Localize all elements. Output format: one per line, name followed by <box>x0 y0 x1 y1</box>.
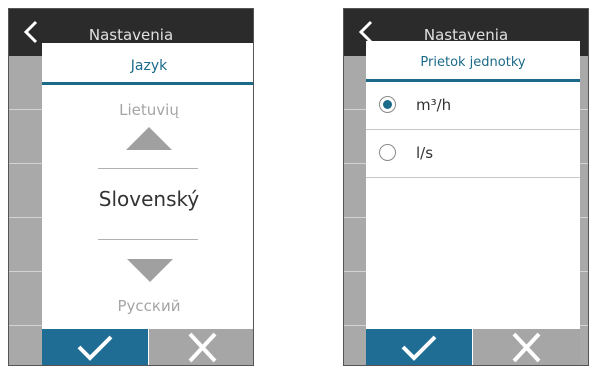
option-label: m³/h <box>416 96 452 114</box>
checkmark-icon <box>77 335 113 361</box>
radio-selected[interactable] <box>379 96 396 113</box>
radio-unselected[interactable] <box>379 144 396 161</box>
option-ls[interactable]: l/s <box>366 130 580 178</box>
close-icon <box>188 332 217 363</box>
dialog-title: Prietok jednotky <box>366 41 580 82</box>
dialog-title: Jazyk <box>42 43 253 85</box>
settings-screen-language: Nastavenia Jazyk Lietuvių Slovenský Русс… <box>8 8 254 366</box>
cancel-button[interactable] <box>473 329 580 365</box>
selection-divider-bottom <box>98 239 198 240</box>
arrow-up-icon[interactable] <box>126 127 172 150</box>
next-language[interactable]: Русский <box>42 297 253 315</box>
confirm-button[interactable] <box>366 329 472 365</box>
flow-unit-dialog: Prietok jednotky m³/h l/s <box>366 41 580 365</box>
header-title: Nastavenia <box>88 26 174 44</box>
checkmark-icon <box>401 335 437 361</box>
close-icon <box>512 332 541 363</box>
arrow-down-icon[interactable] <box>127 259 173 282</box>
cancel-button[interactable] <box>149 329 253 365</box>
option-label: l/s <box>416 144 434 162</box>
option-m3h[interactable]: m³/h <box>366 82 580 130</box>
settings-screen-flow-unit: Nastavenia Prietok jednotky m³/h l/s <box>343 8 589 366</box>
confirm-button[interactable] <box>42 329 148 365</box>
radio-dot <box>383 100 392 109</box>
selection-divider-top <box>98 168 198 169</box>
previous-language[interactable]: Lietuvių <box>42 101 253 119</box>
current-language: Slovenský <box>98 187 200 211</box>
language-dialog: Jazyk Lietuvių Slovenský Русский <box>42 43 253 365</box>
